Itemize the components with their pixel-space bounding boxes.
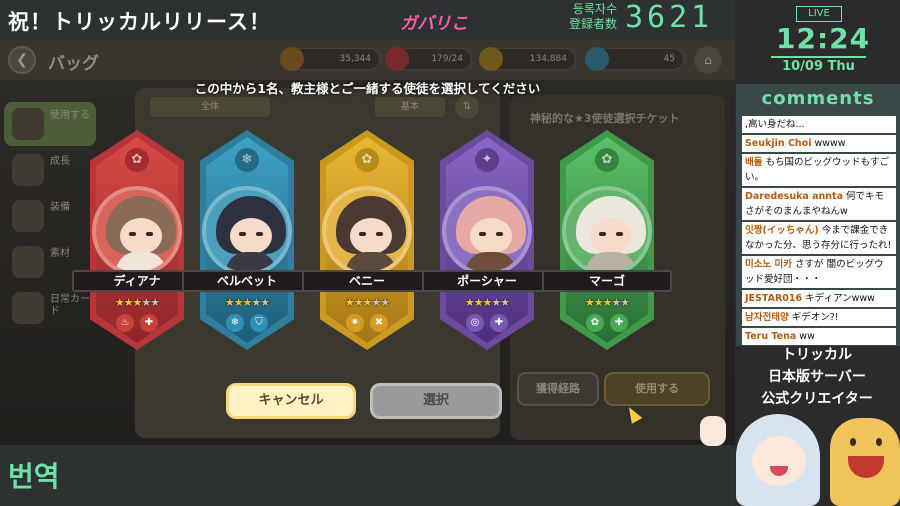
comment-item: 미소노 미카 さすが 闇のビッグウッド愛好団・・・ [742,256,896,288]
home-button[interactable]: ⌂ [694,46,722,74]
comment-list: ,高い身だね... Seukjin Choi wwww 배돌 もち国のビッグウッ… [742,116,896,347]
sidebar-item-equipment[interactable]: 装備 [4,194,96,238]
star-rating: ★★★★★ [224,296,270,309]
skill-icon: ◎ [466,314,484,332]
character-name: マーゴ [542,270,672,292]
game-screen: ❮ バッグ 35,344 179/24 134,884 45 ⌂ 使用する 成長… [0,40,735,445]
resource-gems: 134,884 [479,47,576,71]
acquisition-route-button[interactable]: 獲得経路 [517,372,599,406]
stamina-icon [385,47,409,71]
subscriber-label-ko: 등록자수 [572,2,617,16]
comment-item: Teru Tena ww [742,328,896,345]
comment-item: Seukjin Choi wwww [742,135,896,152]
skill-icon: ✚ [610,314,628,332]
bag-title: バッグ [48,54,99,74]
character-portrait [442,186,532,276]
star-rating: ★★★★★ [584,296,630,309]
paw-icon: ✿ [125,148,149,172]
comment-item: 배돌 もち国のビッグウッドもすごい。 [742,154,896,186]
star-rating: ★★★★★ [114,296,160,309]
star-rating: ★★★★★ [344,296,390,309]
stream-top-bar: 祝！トリッカルリリース！ ガバリこ 등록자수 登録者数 3621 [0,0,735,40]
live-badge: LIVE [796,6,842,22]
filter-select[interactable]: 全体 [150,97,270,117]
comment-item: 남자전태양 ギデオン?! [742,309,896,326]
stream-bottom-bar: 번역 [0,445,735,506]
select-button[interactable]: 選択 [370,383,502,419]
character-card-diana[interactable]: ✿ ディアナ ★★★★★ ♨ ✚ [72,130,202,350]
comment-item: 잇짱(イッちゃん) 今まで課金できなかった分、思う存分に行ったれ! [742,222,896,254]
comment-item: JESTAR016 キディアンwww [742,290,896,307]
skill-icon: ♨ [116,314,134,332]
skill-icon: ✷ [346,314,364,332]
back-button[interactable]: ❮ [8,46,36,74]
game-logo: ガバリこ [400,14,468,34]
skill-icons: ❄ ⛉ [222,314,272,332]
skill-icon: ⛉ [250,314,268,332]
comment-item: Daredesuka annta 何でキモさがそのまんまやねんw [742,188,896,220]
stream-title: 祝！トリッカルリリース！ [8,10,271,34]
character-portrait [202,186,292,276]
resource-crystal: 45 [585,47,684,71]
sidebar-item-use[interactable]: 使用する [4,102,96,146]
bag-header: ❮ バッグ 35,344 179/24 134,884 45 ⌂ [0,40,735,80]
snowflake-icon: ❄ [235,148,259,172]
subscriber-label-ja: 登録者数 [568,17,617,31]
skill-icons: ◎ ✚ [462,314,512,332]
star-rating: ★★★★★ [464,296,510,309]
subscriber-labels: 등록자수 登録者数 [557,2,617,32]
comments-panel: comments ,高い身だね... Seukjin Choi wwww 배돌 … [736,84,900,346]
sort-order-button[interactable]: ⇅ [455,95,479,119]
character-card-portia[interactable]: ✦ ポーシャー ★★★★★ ◎ ✚ [422,130,552,350]
bag-icon [12,108,44,140]
skill-icon: ✖ [370,314,388,332]
sort-select[interactable]: 基本 [375,97,445,117]
cancel-button[interactable]: キャンセル [226,383,356,419]
subscriber-count: 3621 [625,0,714,35]
skill-icon: ✿ [586,314,604,332]
resource-gold: 35,344 [280,47,380,71]
character-portrait [562,186,652,276]
skill-icons: ✷ ✖ [342,314,392,332]
use-button[interactable]: 使用する [604,372,710,406]
skill-icons: ✿ ✚ [582,314,632,332]
skill-icon: ❄ [226,314,244,332]
creator-caption: トリッカル 日本版サーバー 公式クリエイター [761,347,873,407]
character-card-benny[interactable]: ✿ ベニー ★★★★★ ✷ ✖ [302,130,432,350]
resource-stamina: 179/24 [385,47,472,71]
ticket-title: 神秘的な★3使徒選択チケット [530,112,680,125]
translation-label: 번역 [8,460,60,493]
skill-icon: ✚ [490,314,508,332]
equipment-icon [12,200,44,232]
skill-icon: ✚ [140,314,158,332]
character-portrait [322,186,412,276]
streamer-avatar [718,410,838,506]
crystal-icon [585,47,609,71]
character-portrait [92,186,182,276]
sidebar-item-daily-card[interactable]: 日常カード [4,286,96,330]
comments-title: comments [761,88,875,109]
clock-date: 10/09 Thu [771,56,866,74]
clock-time: 12:24 [776,22,871,55]
character-name: ベニー [302,270,432,292]
star-badge-icon: ✦ [475,148,499,172]
gem-icon [479,47,503,71]
sidebar-item-growth[interactable]: 成長 [4,148,96,192]
selection-prompt: この中から1名、教主様とご一緒する使徒を選択してください [194,81,541,96]
card-icon [12,292,44,324]
gold-icon [280,47,304,71]
leaf-icon: ✿ [355,148,379,172]
paw-icon: ✿ [595,148,619,172]
material-icon [12,246,44,278]
growth-icon [12,154,44,186]
mascot-avatar [830,418,900,506]
character-card-velvet[interactable]: ❄ ベルベット ★★★★★ ❄ ⛉ [182,130,312,350]
character-card-margo[interactable]: ✿ マーゴ ★★★★★ ✿ ✚ [542,130,672,350]
character-name: ポーシャー [422,270,552,292]
character-name: ベルベット [182,270,312,292]
skill-icons: ♨ ✚ [112,314,162,332]
comment-item: ,高い身だね... [742,116,896,133]
